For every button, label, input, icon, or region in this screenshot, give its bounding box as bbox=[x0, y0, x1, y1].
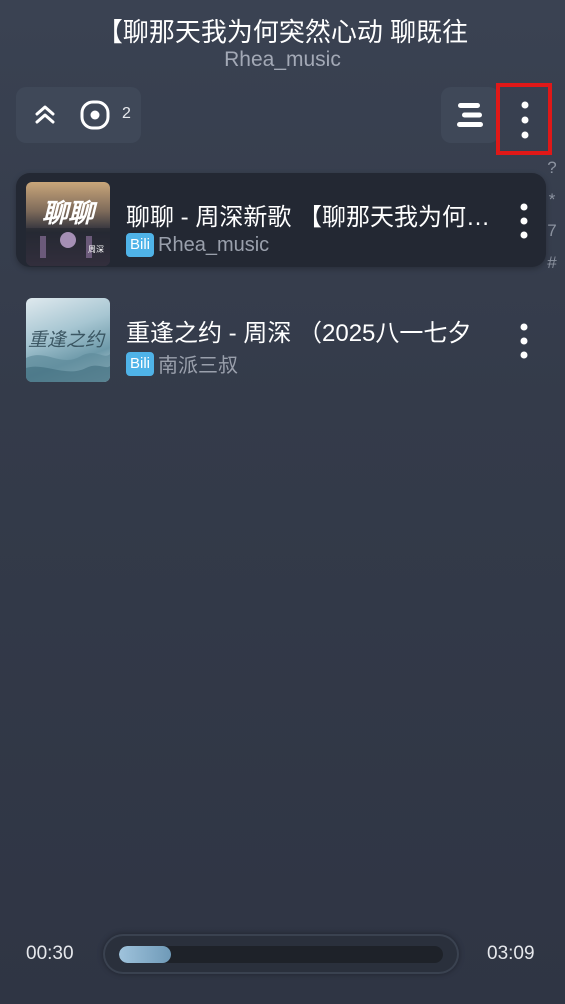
source-badge: Bili bbox=[126, 233, 155, 257]
track-title: 重逢之约 - 周深 （2025八一七夕 bbox=[126, 320, 472, 347]
track-more-button[interactable] bbox=[512, 321, 536, 361]
more-vertical-icon bbox=[520, 323, 528, 359]
track-more-button[interactable] bbox=[512, 201, 536, 241]
current-time: 00:30 bbox=[26, 943, 74, 964]
track-artist: Rhea_music bbox=[158, 233, 270, 256]
progress-bar[interactable] bbox=[103, 934, 459, 974]
playlist-item-active[interactable]: 聊聊 周深 聊聊 - 周深新歌 【聊那天我为何突然心动 聊既往 Bili Rhe… bbox=[16, 173, 546, 267]
cover-text: 重逢之约 bbox=[28, 329, 106, 351]
queue-controls: 2 bbox=[16, 87, 141, 143]
double-chevron-up-icon bbox=[35, 105, 55, 124]
locate-current-button[interactable] bbox=[78, 99, 112, 131]
highlight-box bbox=[496, 83, 552, 155]
track-cover: 聊聊 周深 bbox=[26, 182, 110, 266]
track-title: 聊聊 - 周深新歌 【聊那天我为何突然心动 聊既往 bbox=[126, 204, 501, 231]
collapse-button[interactable] bbox=[28, 99, 62, 131]
queue-count: 2 bbox=[122, 105, 131, 122]
progress-track[interactable] bbox=[119, 946, 443, 963]
now-playing-title: 【聊那天我为何突然心动 聊既往 bbox=[96, 17, 469, 47]
progress-fill bbox=[119, 946, 171, 963]
total-time: 03:09 bbox=[487, 943, 535, 964]
cover-art-1: 聊聊 周深 bbox=[26, 199, 110, 266]
track-cover: 重逢之约 bbox=[26, 298, 110, 382]
cover-art-2: 重逢之约 bbox=[26, 329, 110, 382]
locate-current-icon bbox=[80, 100, 110, 130]
now-playing-artist: Rhea_music bbox=[224, 48, 341, 71]
cover-text: 聊聊 bbox=[42, 199, 98, 229]
track-artist: 南派三叔 bbox=[158, 355, 239, 377]
source-badge: Bili bbox=[126, 351, 155, 376]
sort-button[interactable] bbox=[441, 87, 499, 143]
list-sort-icon bbox=[457, 103, 483, 127]
index-item[interactable]: ? bbox=[543, 152, 561, 184]
more-vertical-icon bbox=[520, 203, 528, 239]
playlist-item[interactable]: 重逢之约 重逢之约 - 周深 （2025八一七夕 Bili 南派三叔 bbox=[16, 289, 546, 383]
cover-subtext: 周深 bbox=[88, 245, 104, 254]
